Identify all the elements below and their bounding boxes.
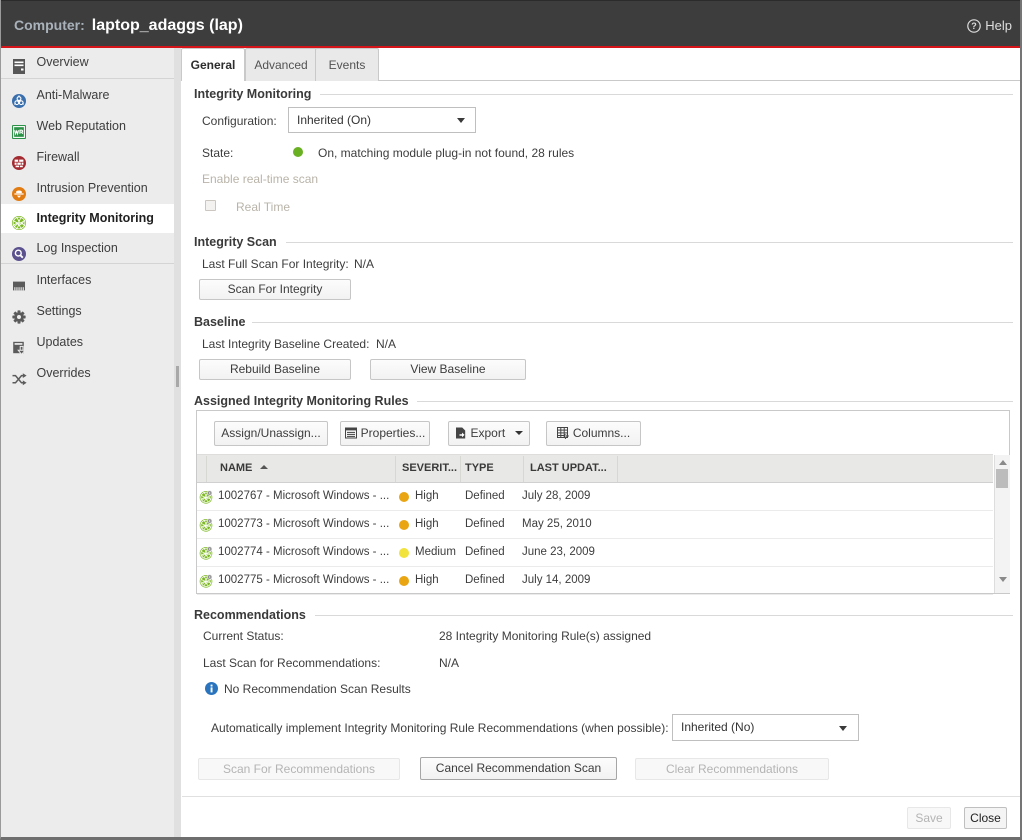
svg-text:?: ? [972,21,978,31]
